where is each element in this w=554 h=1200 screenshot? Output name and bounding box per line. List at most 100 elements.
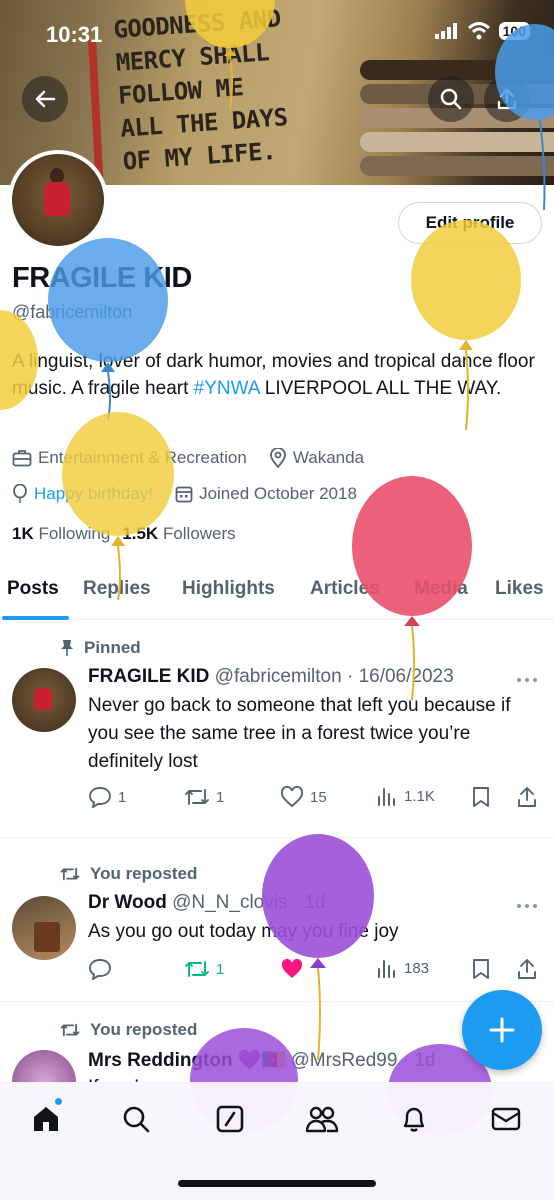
post-context: Pinned xyxy=(60,638,141,658)
post-item[interactable]: You reposted Dr Wood @N_N_clovis · 1d As… xyxy=(0,838,554,1002)
repost-button[interactable]: 1 xyxy=(184,786,224,808)
avatar-figure xyxy=(44,182,70,216)
bookmark-icon xyxy=(473,959,489,979)
reply-icon xyxy=(89,959,111,980)
share-button[interactable] xyxy=(516,958,538,980)
follow-stats: 1K Following 1.5K Followers xyxy=(12,524,236,544)
more-dots-icon xyxy=(517,678,537,682)
compose-post-button[interactable] xyxy=(462,990,542,1070)
post-author-name[interactable]: FRAGILE KID xyxy=(88,666,209,687)
balloon-icon xyxy=(13,484,27,503)
location-text: Wakanda xyxy=(292,448,365,467)
reply-button[interactable]: 1 xyxy=(88,786,126,808)
search-icon xyxy=(123,1106,150,1133)
notifications-bell-icon xyxy=(403,1107,425,1132)
nav-search[interactable] xyxy=(118,1101,154,1137)
followers-link[interactable]: 1.5K Followers xyxy=(122,524,235,544)
post-item[interactable]: Pinned FRAGILE KID @fabricemilton · 16/0… xyxy=(0,622,554,838)
heart-filled-icon xyxy=(281,958,303,978)
bookmark-button[interactable] xyxy=(472,786,490,808)
like-button[interactable] xyxy=(280,958,310,980)
nav-notifications[interactable] xyxy=(396,1101,432,1137)
post-more-button[interactable] xyxy=(516,666,538,689)
more-dots-icon xyxy=(517,904,537,908)
profile-meta-row: Entertainment & Recreation Wakanda xyxy=(12,448,364,468)
repost-icon xyxy=(60,1023,80,1037)
bio-hashtag[interactable]: #YNWA xyxy=(194,378,260,399)
bookmark-icon xyxy=(473,787,489,807)
profile-meta-row-2: Happy birthday! Joined October 2018 xyxy=(12,484,357,504)
status-time: 10:31 xyxy=(46,22,103,47)
post-author-avatar[interactable] xyxy=(12,896,76,960)
reply-count: 1 xyxy=(118,788,127,806)
edit-profile-button[interactable]: Edit profile xyxy=(398,202,542,244)
repost-count: 1 xyxy=(216,788,225,806)
followers-count: 1.5K xyxy=(122,524,159,543)
views-button[interactable]: 1.1K xyxy=(376,786,435,806)
birthday-text[interactable]: Happy birthday! xyxy=(34,484,153,504)
banner-bracelet xyxy=(360,132,554,152)
banner-bracelet xyxy=(360,156,554,176)
reply-button[interactable] xyxy=(88,958,118,980)
repost-icon xyxy=(185,961,209,977)
post-author-name[interactable]: Mrs Reddington 💜🇨🇲 xyxy=(88,1050,285,1071)
post-header: FRAGILE KID @fabricemilton · 16/06/2023 xyxy=(88,666,454,688)
category-text: Entertainment & Recreation xyxy=(38,448,247,467)
tab-replies[interactable]: Replies xyxy=(83,578,151,600)
active-tab-indicator xyxy=(2,616,69,620)
post-more-button[interactable] xyxy=(516,892,538,915)
post-text: As you go out today may you fine joy xyxy=(88,921,399,942)
post-author-name[interactable]: Dr Wood xyxy=(88,892,167,913)
status-icons: 100 xyxy=(434,22,530,40)
like-button[interactable]: 15 xyxy=(280,786,327,808)
share-button[interactable] xyxy=(516,786,538,808)
followers-label: Followers xyxy=(162,524,236,543)
post-author-handle: @fabricemilton xyxy=(214,666,342,687)
home-icon xyxy=(34,1107,58,1131)
birthday-item[interactable]: Happy birthday! xyxy=(12,484,153,504)
views-button[interactable]: 183 xyxy=(376,958,429,978)
post-author-avatar[interactable] xyxy=(12,1050,76,1082)
following-link[interactable]: 1K Following xyxy=(12,524,110,544)
location-pin-icon xyxy=(269,448,286,468)
repost-icon xyxy=(60,867,80,881)
repost-button[interactable]: 1 xyxy=(184,958,224,980)
views-chart-icon xyxy=(378,960,395,978)
category-item: Entertainment & Recreation xyxy=(12,448,247,468)
plus-icon xyxy=(489,1017,515,1043)
repost-count: 1 xyxy=(216,960,225,978)
post-author-handle: @MrsRed99 xyxy=(290,1050,398,1071)
post-text: If you’re … xyxy=(88,1074,528,1082)
tab-articles[interactable]: Articles xyxy=(310,578,380,600)
communities-icon xyxy=(305,1106,339,1133)
post-author-avatar[interactable] xyxy=(12,668,76,732)
pin-icon xyxy=(61,640,73,656)
views-count: 1.1K xyxy=(404,787,435,805)
search-profile-button[interactable] xyxy=(428,76,474,122)
post-header: Mrs Reddington 💜🇨🇲 @MrsRed99 · 1d xyxy=(88,1048,435,1072)
tab-likes[interactable]: Likes xyxy=(495,578,544,600)
share-icon xyxy=(497,88,517,110)
post-date: 1d xyxy=(414,1050,436,1071)
home-indicator xyxy=(178,1180,376,1187)
post-date: 1d xyxy=(304,892,326,913)
avatar-figure xyxy=(34,922,60,952)
nav-communities[interactable] xyxy=(304,1101,340,1137)
tab-highlights[interactable]: Highlights xyxy=(182,578,275,600)
back-button[interactable] xyxy=(22,76,68,122)
bookmark-button[interactable] xyxy=(472,958,490,980)
nav-messages[interactable] xyxy=(488,1101,524,1137)
post-actions: 1 1 15 1.1K xyxy=(88,786,540,812)
nav-grok[interactable] xyxy=(212,1101,248,1137)
joined-item: Joined October 2018 xyxy=(175,484,357,504)
profile-avatar[interactable] xyxy=(8,150,108,250)
repost-icon xyxy=(185,789,209,805)
tab-posts[interactable]: Posts xyxy=(7,578,59,600)
reply-icon xyxy=(89,787,111,808)
share-profile-button[interactable] xyxy=(484,76,530,122)
post-context-text: You reposted xyxy=(90,1020,198,1039)
tab-media[interactable]: Media xyxy=(414,578,468,600)
like-count: 15 xyxy=(310,788,327,806)
nav-home[interactable] xyxy=(28,1097,64,1137)
post-author-handle: @N_N_clovis xyxy=(172,892,288,913)
